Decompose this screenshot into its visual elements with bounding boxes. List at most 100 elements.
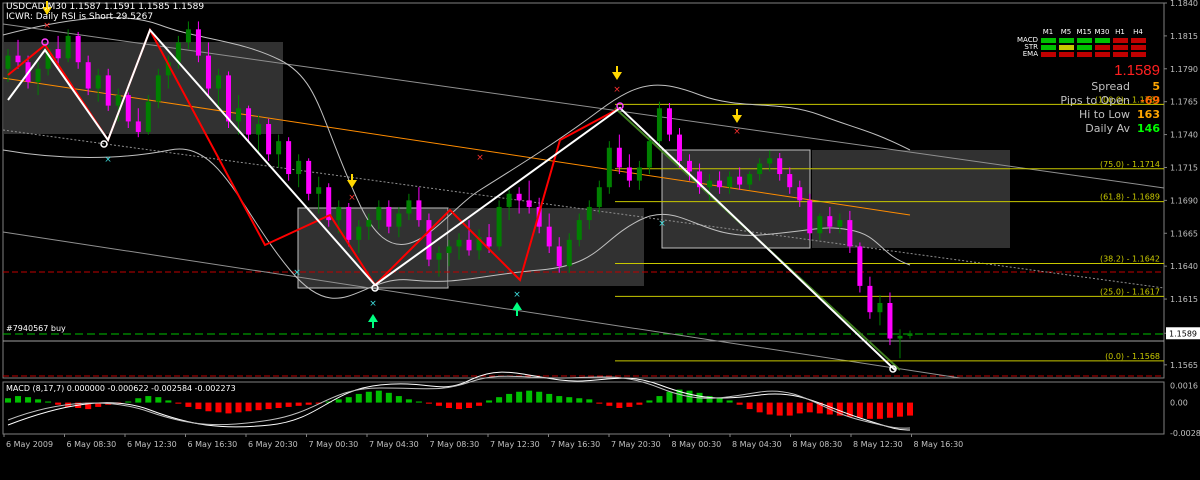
macd-bar — [305, 402, 312, 405]
candle-body — [125, 95, 131, 122]
candle-body — [877, 303, 883, 313]
candle-body — [135, 121, 141, 132]
macd-bar — [756, 402, 763, 413]
candle-body — [767, 158, 773, 164]
candle-body — [566, 239, 572, 267]
signal-cell — [1059, 52, 1074, 57]
macd-bar — [15, 396, 22, 403]
macd-bar — [335, 399, 342, 403]
macd-bar — [425, 402, 432, 404]
candle-body — [366, 220, 372, 227]
candle-body — [15, 55, 21, 63]
macd-bar — [576, 398, 583, 403]
candle-body — [446, 246, 452, 253]
candle-body — [797, 187, 803, 201]
macd-bar — [145, 396, 152, 403]
macd-y-tick-label: 0.00 — [1170, 399, 1188, 408]
candle-body — [887, 303, 893, 339]
candle-body — [837, 220, 843, 227]
macd-y-tick-label: 0.0016 — [1170, 381, 1198, 390]
y-tick-label: 1.1790 — [1170, 65, 1198, 74]
signal-cell — [1059, 45, 1074, 50]
fib-level-label: (25.0) - 1.1617 — [1100, 287, 1160, 296]
candle-body — [155, 75, 161, 102]
orange-ema-line — [2, 77, 911, 216]
candle-body — [225, 75, 231, 122]
candle-body — [787, 174, 793, 188]
candle-body — [55, 49, 61, 59]
macd-bar — [415, 401, 422, 403]
signal-cell — [1041, 45, 1056, 50]
stat-value: 163 — [1137, 108, 1160, 121]
macd-bar — [345, 397, 352, 403]
y-tick-label: 1.1640 — [1170, 262, 1198, 271]
macd-bar — [35, 399, 42, 403]
candle-body — [236, 108, 242, 122]
signal-cell — [1113, 52, 1128, 57]
fib-level-label: (61.8) - 1.1689 — [1100, 193, 1160, 202]
macd-bar — [536, 391, 543, 403]
candle-body — [516, 193, 522, 201]
macd-bar — [395, 396, 402, 403]
macd-bar — [355, 393, 362, 403]
macd-bar — [205, 402, 212, 412]
macd-bar — [506, 393, 513, 403]
sell-marker: × — [43, 21, 51, 31]
y-tick-label: 1.1615 — [1170, 295, 1198, 304]
signal-arrow-down — [612, 66, 622, 80]
candle-body — [687, 160, 693, 172]
sell-marker: × — [613, 85, 621, 95]
candle-body — [286, 141, 292, 175]
macd-bar — [786, 402, 793, 416]
candle-body — [75, 35, 81, 63]
stat-label: Spread — [1091, 80, 1130, 93]
candle-body — [606, 147, 612, 188]
macd-bar — [295, 402, 302, 406]
macd-signal-line — [7, 371, 911, 431]
macd-bar — [155, 397, 162, 403]
macd-bar — [776, 402, 783, 416]
arrow-head — [612, 72, 622, 80]
fib-level-label: (75.0) - 1.1714 — [1100, 160, 1160, 169]
candle-body — [466, 239, 472, 251]
consolidation-box — [661, 149, 811, 249]
x-tick-label: 7 May 08:30 — [430, 440, 480, 449]
candle-body — [436, 253, 442, 260]
candle-body — [717, 180, 723, 188]
signal-cell — [1095, 52, 1110, 57]
macd-bar — [486, 400, 493, 403]
x-tick-label: 7 May 20:30 — [611, 440, 661, 449]
candle-body — [737, 176, 743, 185]
candle-body — [777, 158, 783, 175]
x-tick-label: 8 May 00:30 — [672, 440, 722, 449]
sell-marker: × — [348, 193, 356, 203]
macd-bar — [856, 402, 863, 418]
x-tick-label: 6 May 20:30 — [248, 440, 298, 449]
macd-bar — [385, 392, 392, 403]
macd-bar — [896, 402, 903, 417]
candle-body — [386, 206, 392, 227]
macd-bar — [606, 402, 613, 406]
candle-body — [656, 108, 662, 142]
macd-bar — [546, 393, 553, 403]
macd-bar — [726, 400, 733, 403]
signal-cell — [1113, 45, 1128, 50]
consolidation-box — [812, 150, 1010, 248]
macd-bar — [225, 402, 232, 414]
macd-bar — [866, 402, 873, 419]
macd-bar — [796, 402, 803, 414]
candle-body — [95, 75, 101, 89]
signal-cell — [1095, 45, 1110, 50]
stat-value: 146 — [1137, 122, 1160, 135]
macd-bar — [526, 390, 533, 403]
signal-arrow-down — [732, 109, 742, 123]
macd-bar — [245, 402, 252, 412]
x-tick-label: 7 May 04:30 — [369, 440, 419, 449]
signal-arrow-up — [512, 302, 522, 316]
signal-arrow-up — [368, 314, 378, 328]
macd-bar — [265, 402, 272, 410]
candle-body — [426, 220, 432, 260]
arrow-head — [512, 302, 522, 310]
macd-bar — [496, 397, 503, 403]
macd-y-tick-label: -0.0028 — [1170, 429, 1200, 438]
